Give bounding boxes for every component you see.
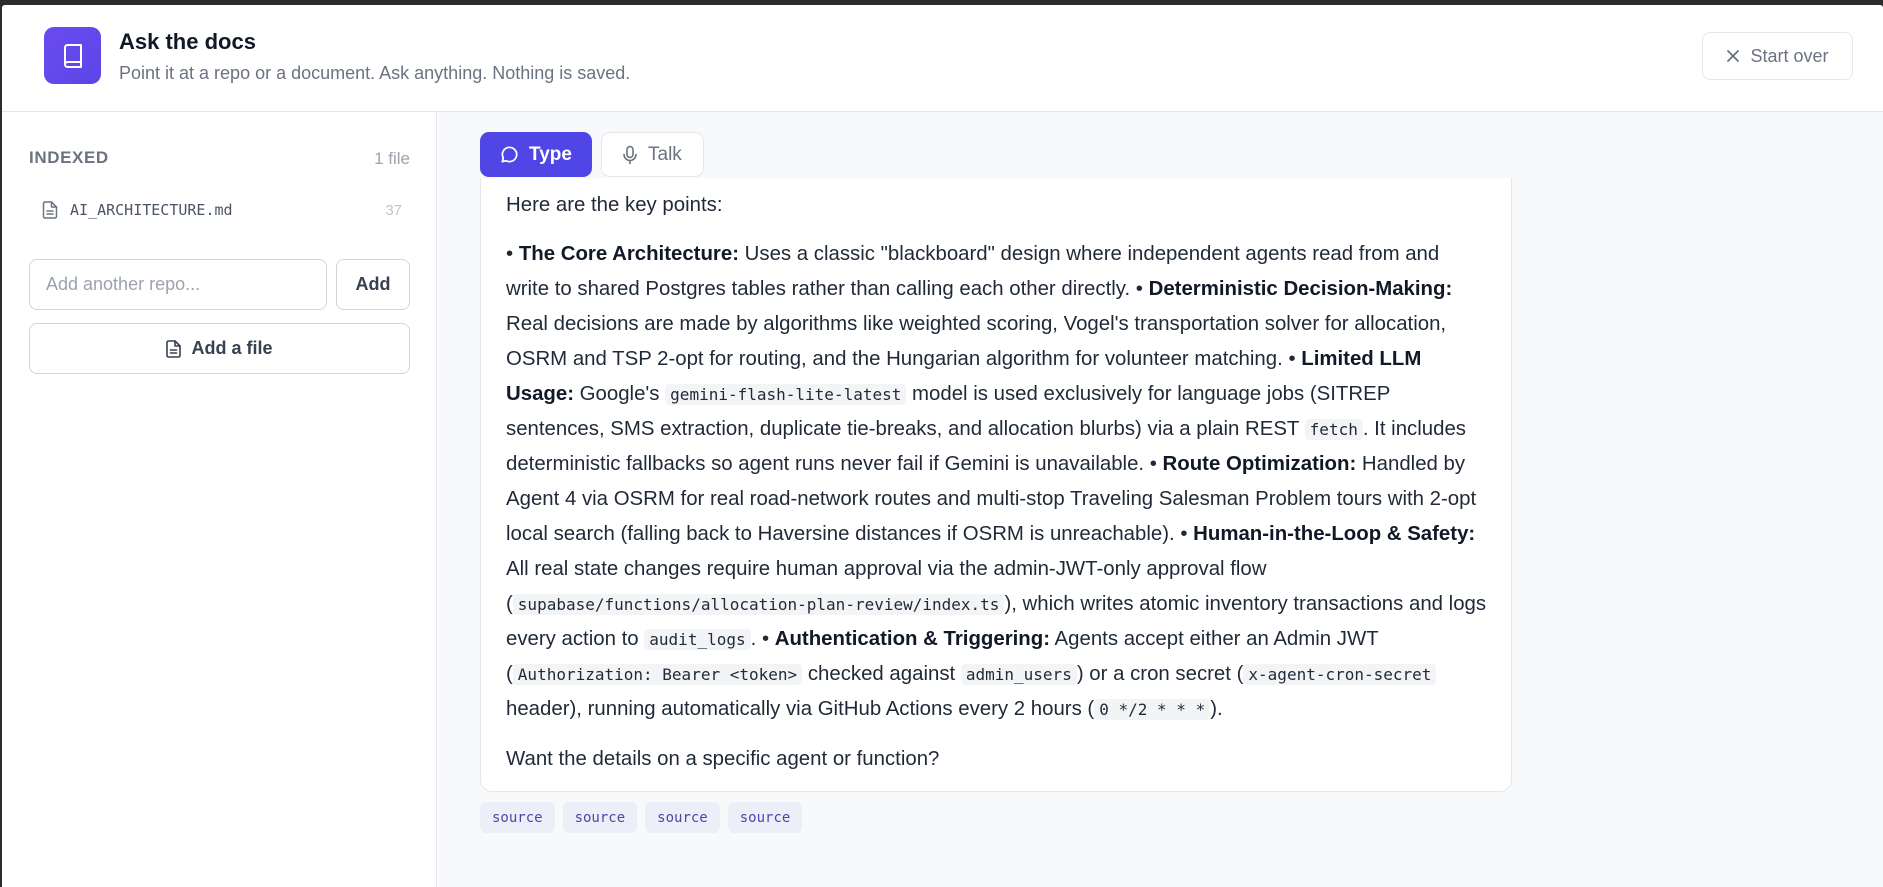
inline-code: fetch xyxy=(1304,419,1363,440)
inline-code: admin_users xyxy=(960,664,1077,685)
bullet: • xyxy=(506,243,519,265)
answer-message: Here are the key points: • The Core Arch… xyxy=(480,178,1512,792)
tab-type-label: Type xyxy=(529,143,572,165)
inline-code: gemini-flash-lite-latest xyxy=(665,384,907,405)
start-over-label: Start over xyxy=(1750,45,1829,66)
add-file-label: Add a file xyxy=(191,338,273,358)
file-count: 1 file xyxy=(374,149,410,168)
app-subtitle: Point it at a repo or a document. Ask an… xyxy=(119,63,631,83)
inline-code: audit_logs xyxy=(644,629,751,650)
add-repo-input[interactable] xyxy=(29,259,327,310)
point-text: header), running automatically via GitHu… xyxy=(506,698,1095,720)
tab-talk-label: Talk xyxy=(648,143,682,165)
point-heading: Authentication & Triggering: xyxy=(774,628,1051,650)
file-chunk-count: 37 xyxy=(385,201,402,219)
point-text: . • xyxy=(750,628,775,650)
add-file-button[interactable]: Add a file xyxy=(29,323,410,374)
close-icon xyxy=(1727,50,1740,62)
indexed-heading: INDEXED xyxy=(29,148,109,167)
file-icon xyxy=(166,339,182,358)
microphone-icon xyxy=(623,145,637,164)
chat-bubble-icon xyxy=(501,146,518,163)
source-chip[interactable]: source xyxy=(727,802,803,833)
add-repo-button[interactable]: Add xyxy=(336,259,410,310)
source-chips: source source source source xyxy=(480,802,803,833)
source-chip[interactable]: source xyxy=(562,802,638,833)
file-text-icon xyxy=(42,201,58,219)
source-chip[interactable]: source xyxy=(480,802,555,833)
point-heading: Route Optimization: xyxy=(1162,453,1357,475)
app-title: Ask the docs xyxy=(119,29,256,54)
answer-outro: Want the details on a specific agent or … xyxy=(506,748,940,770)
main-panel: Type Talk Here are the key points: • The… xyxy=(438,112,1883,887)
inline-code: Authorization: Bearer <token> xyxy=(512,664,803,685)
inline-code: 0 */2 * * * xyxy=(1094,699,1211,720)
tab-talk[interactable]: Talk xyxy=(601,132,704,177)
point-text: Google's xyxy=(574,383,666,405)
app-window: Ask the docs Point it at a repo or a doc… xyxy=(2,5,1883,887)
tab-type[interactable]: Type xyxy=(480,132,592,177)
inline-code: supabase/functions/allocation-plan-revie… xyxy=(512,594,1005,615)
point-heading: Deterministic Decision-Making: xyxy=(1148,278,1453,300)
indexed-file-item[interactable]: AI_ARCHITECTURE.md 37 xyxy=(42,196,402,224)
file-name: AI_ARCHITECTURE.md xyxy=(70,201,233,219)
point-heading: Human-in-the-Loop & Safety: xyxy=(1193,523,1476,545)
point-text: ) or a cron secret ( xyxy=(1076,663,1244,685)
inline-code: x-agent-cron-secret xyxy=(1243,664,1437,685)
app-header: Ask the docs Point it at a repo or a doc… xyxy=(2,5,1883,112)
answer-intro: Here are the key points: xyxy=(506,194,723,216)
start-over-button[interactable]: Start over xyxy=(1702,32,1853,80)
point-text: checked against xyxy=(802,663,961,685)
point-text: ). xyxy=(1210,698,1223,720)
book-icon xyxy=(44,27,101,84)
point-heading: The Core Architecture: xyxy=(518,243,739,265)
sidebar: INDEXED 1 file AI_ARCHITECTURE.md 37 Add… xyxy=(2,112,437,887)
source-chip[interactable]: source xyxy=(645,802,720,833)
answer-body: • The Core Architecture: Uses a classic … xyxy=(506,237,1487,727)
